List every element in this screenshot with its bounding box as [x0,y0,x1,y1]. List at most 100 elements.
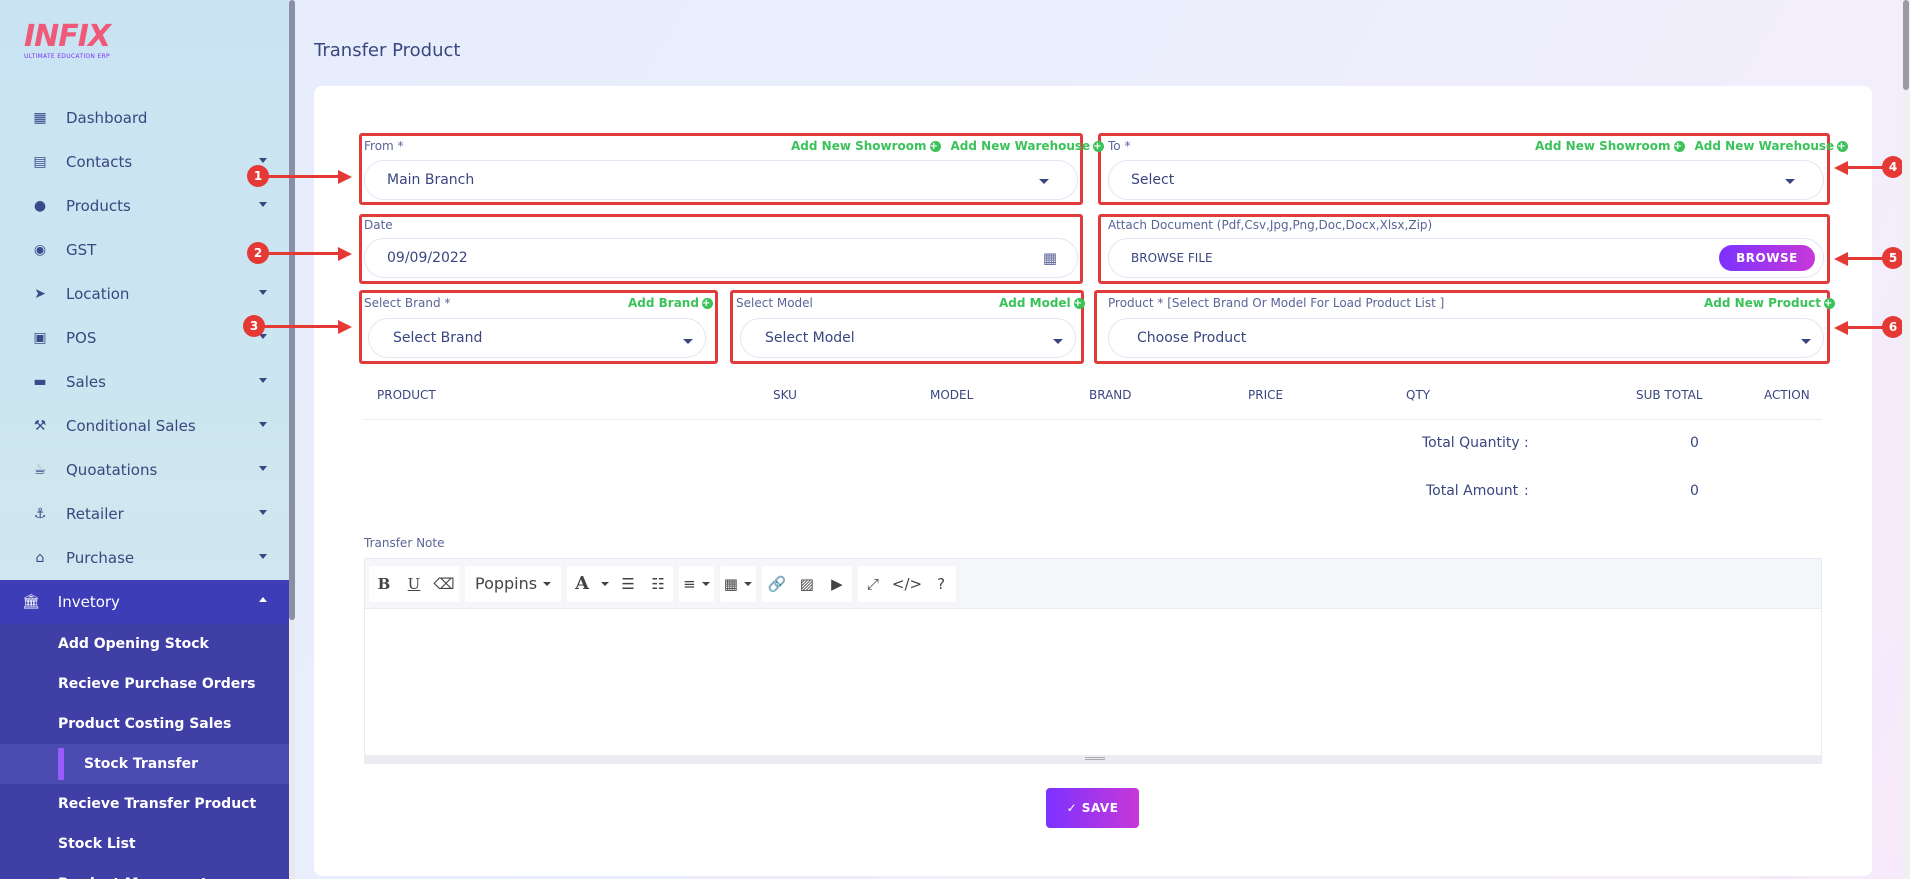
product-select[interactable]: Choose Product [1108,318,1824,358]
gavel-icon: ⚒ [33,418,47,434]
from-select[interactable]: Main Branch [364,160,1078,200]
chevron-down-icon [259,554,267,559]
sidebar-item-label: Products [66,197,131,215]
help-icon[interactable]: ? [926,566,956,602]
sidebar-item-label: Retailer [66,505,124,523]
add-new-showroom-link[interactable]: Add New Showroom + [791,139,941,153]
editor-resize-handle[interactable] [365,755,1821,763]
sidebar-item-conditional-sales[interactable]: ⚒ Conditional Sales [0,404,289,448]
sidebar-item-gst[interactable]: ◉ GST [0,228,289,272]
annotation-marker-6: 6 [1882,316,1904,338]
add-brand-link[interactable]: Add Brand + [628,296,713,310]
sidebar-item-label: GST [66,241,97,259]
sidebar-item-contacts[interactable]: ▤ Contacts [0,140,289,184]
calendar-icon[interactable]: ▦ [1043,249,1057,267]
page-title: Transfer Product [314,40,461,61]
annotation-arrow-5 [1848,257,1884,260]
eraser-icon[interactable]: ⌫ [429,566,459,602]
submenu-item[interactable]: Recieve Transfer Product [0,784,289,824]
save-button[interactable]: ✓ SAVE [1046,788,1139,828]
color-list-group: A ☰ ☷ [567,565,674,602]
sidebar-item-retailer[interactable]: ⚓ Retailer [0,492,289,536]
total-quantity-value: 0 [1690,435,1699,451]
image-icon[interactable]: ▨ [792,566,822,602]
annotation-arrow-1 [268,175,340,178]
arrowhead-left-icon [1834,161,1848,175]
submenu-item[interactable]: Product Costing Sales [0,704,289,744]
link-icon[interactable]: 🔗 [762,566,792,602]
fullscreen-icon[interactable]: ⤢ [858,566,888,602]
align-left-icon[interactable]: ≡ [679,566,714,602]
from-label: From * [364,139,404,153]
retailer-icon: ⚓ [33,506,47,522]
table-icon[interactable]: ▦ [720,566,756,602]
page-scrollbar-thumb[interactable] [1903,0,1909,90]
sidebar-item-invetory[interactable]: 🏛 Invetory [0,580,289,624]
unordered-list-icon[interactable]: ☰ [613,566,643,602]
plus-circle-icon: + [1073,297,1085,309]
plus-circle-icon: + [1837,140,1849,152]
chevron-down-icon [259,422,267,427]
total-amount-label: Total Amount [1426,483,1519,499]
attach-label: Attach Document (Pdf,Csv,Jpg,Png,Doc,Doc… [1108,218,1433,232]
add-new-warehouse-link[interactable]: Add New Warehouse + [951,139,1105,153]
submenu-item[interactable]: Product Movement [0,864,289,879]
editor-content-area[interactable] [365,609,1821,755]
logo[interactable]: INFIX ULTIMATE EDUCATION ERP [24,22,111,61]
product-circle-icon: ● [33,198,47,214]
gst-icon: ◉ [33,242,47,258]
transfer-note-label: Transfer Note [364,536,445,550]
sidebar-item-quoatations[interactable]: ☕ Quoatations [0,448,289,492]
to-select[interactable]: Select [1108,160,1824,200]
underline-icon[interactable]: U [399,566,429,602]
bold-icon[interactable]: B [369,566,399,602]
submenu-item[interactable]: Stock List [0,824,289,864]
sidebar-scrollbar[interactable] [289,0,295,879]
model-select-value: Select Model [765,330,855,346]
submenu-item[interactable]: Add Opening Stock [0,624,289,664]
code-view-icon[interactable]: </> [888,566,926,602]
annotation-arrow-6 [1848,326,1884,329]
add-new-warehouse-link[interactable]: Add New Warehouse + [1695,139,1849,153]
ordered-list-icon[interactable]: ☷ [643,566,673,602]
submenu-item-current[interactable]: Stock Transfer [0,744,289,784]
model-label: Select Model [736,296,813,310]
font-group: Poppins [465,565,562,602]
page-scrollbar[interactable] [1902,0,1910,879]
sidebar-item-location[interactable]: ➤ Location [0,272,289,316]
sidebar-nav: ▦ Dashboard ▤ Contacts ● Products ◉ GST … [0,96,289,879]
col-qty: QTY [1406,388,1431,402]
font-family-dropdown[interactable]: Poppins [465,566,561,602]
sidebar: INFIX ULTIMATE EDUCATION ERP ▦ Dashboard… [0,0,289,879]
model-select[interactable]: Select Model [740,318,1076,358]
video-icon[interactable]: ▶ [822,566,852,602]
submenu-item[interactable]: Recieve Purchase Orders [0,664,289,704]
sidebar-item-sales[interactable]: ▬ Sales [0,360,289,404]
sidebar-item-label: Dashboard [66,109,148,127]
annotation-arrow-2 [268,252,340,255]
product-links: Add New Product + [1704,296,1836,310]
add-model-link[interactable]: Add Model + [999,296,1085,310]
add-new-showroom-link[interactable]: Add New Showroom + [1535,139,1685,153]
attach-file-input[interactable]: BROWSE FILE BROWSE [1108,238,1824,278]
product-select-value: Choose Product [1137,330,1247,346]
browse-button[interactable]: BROWSE [1719,245,1815,271]
to-links: Add New Showroom + Add New Warehouse + [1535,139,1849,153]
add-new-product-link[interactable]: Add New Product + [1704,296,1836,310]
sidebar-item-dashboard[interactable]: ▦ Dashboard [0,96,289,140]
annotation-marker-3: 3 [243,315,265,337]
sidebar-item-products[interactable]: ● Products [0,184,289,228]
add-new-product-text: Add New Product [1704,296,1822,310]
from-links: Add New Showroom + Add New Warehouse + [791,139,1105,153]
chevron-down-icon [259,378,267,383]
add-new-showroom-text: Add New Showroom [791,139,927,153]
arrowhead-left-icon [1834,252,1848,266]
sidebar-item-purchase[interactable]: ⌂ Purchase [0,536,289,580]
brand-select[interactable]: Select Brand [368,318,706,358]
color-dropdown[interactable] [597,566,613,602]
date-input[interactable]: 09/09/2022 ▦ [364,238,1078,278]
sidebar-scrollbar-thumb[interactable] [289,0,295,620]
col-action: ACTION [1764,388,1810,402]
arrowhead-left-icon [1834,321,1848,335]
text-color-icon[interactable]: A [567,566,597,602]
